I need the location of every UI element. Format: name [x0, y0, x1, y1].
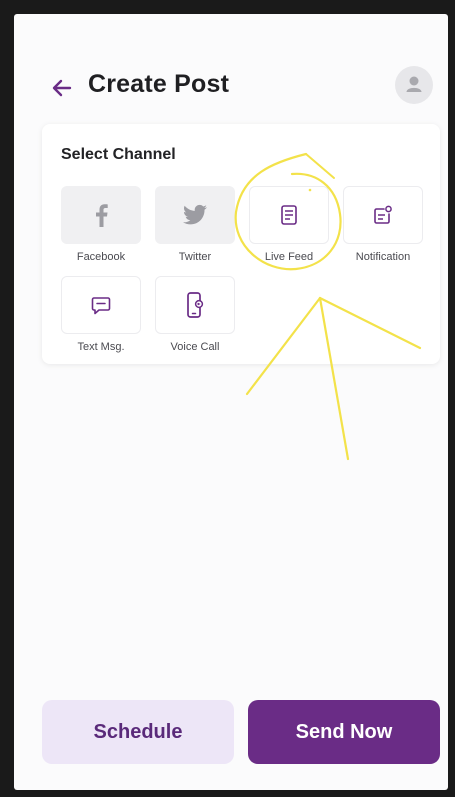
message-icon [91, 297, 111, 315]
arrow-left-icon[interactable] [48, 74, 76, 102]
channel-facebook[interactable]: Facebook [61, 186, 141, 266]
send-now-button[interactable]: Send Now [248, 700, 440, 764]
twitter-icon [183, 204, 207, 225]
phone-call-icon [187, 292, 204, 318]
notification-icon [374, 205, 392, 224]
device-frame: Create Post Select Channel Facebook Twit… [0, 0, 455, 797]
channel-tile[interactable] [249, 186, 329, 244]
channel-label: Voice Call [170, 341, 220, 353]
channel-twitter[interactable]: Twitter [155, 186, 235, 266]
channel-live-feed[interactable]: Live Feed [249, 186, 329, 266]
app-screen: Create Post Select Channel Facebook Twit… [14, 14, 448, 790]
channel-label: Text Msg. [77, 341, 125, 353]
channel-label: Notification [355, 251, 411, 263]
select-channel-card: Select Channel Facebook Twitter Live Fee… [42, 124, 440, 364]
channel-tile[interactable] [61, 276, 141, 334]
channel-text-msg[interactable]: Text Msg. [61, 276, 141, 356]
channel-label: Twitter [178, 251, 212, 263]
channel-notification[interactable]: Notification [343, 186, 423, 266]
card-title: Select Channel [61, 146, 176, 163]
user-icon[interactable] [395, 66, 433, 104]
channel-voice-call[interactable]: Voice Call [155, 276, 235, 356]
facebook-icon [96, 204, 108, 227]
feed-icon [281, 205, 297, 225]
channel-label: Facebook [76, 251, 126, 263]
header: Create Post [14, 66, 448, 114]
channel-tile[interactable] [155, 276, 235, 334]
channel-tile[interactable] [61, 186, 141, 244]
channel-tile[interactable] [343, 186, 423, 244]
channel-tile[interactable] [155, 186, 235, 244]
channel-label: Live Feed [264, 251, 314, 263]
schedule-button[interactable]: Schedule [42, 700, 234, 764]
page-title: Create Post [88, 70, 230, 98]
